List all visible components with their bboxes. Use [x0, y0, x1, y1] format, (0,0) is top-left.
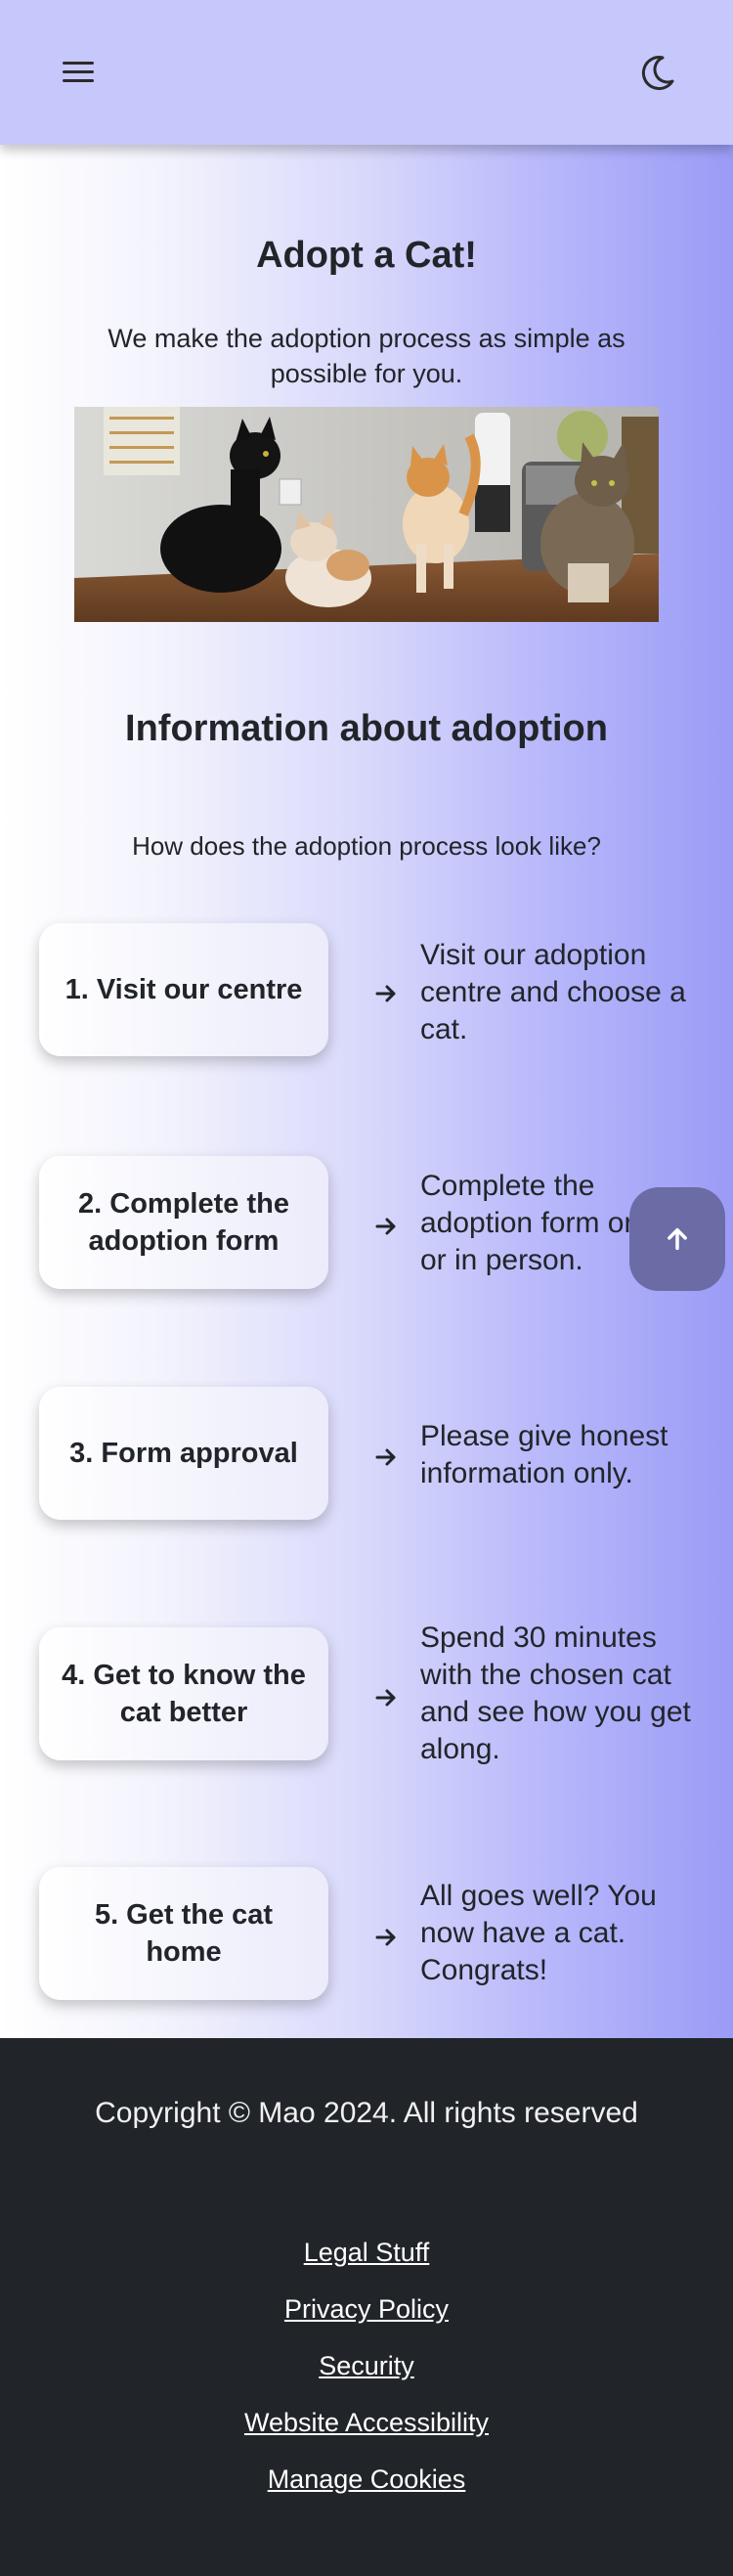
arrow-right-icon	[375, 1689, 396, 1707]
copyright-text: Copyright © Mao 2024. All rights reserve…	[95, 2097, 638, 2129]
footer-link-cookies[interactable]: Manage Cookies	[0, 2465, 733, 2495]
hero-cats-image	[74, 407, 659, 622]
footer-link-privacy[interactable]: Privacy Policy	[0, 2294, 733, 2325]
footer: Copyright © Mao 2024. All rights reserve…	[0, 2038, 733, 2576]
hamburger-menu-icon[interactable]	[55, 55, 102, 90]
footer-link-legal[interactable]: Legal Stuff	[0, 2238, 733, 2268]
step-description-1: Visit our adoption centre and choose a c…	[420, 939, 686, 1045]
step-description-4: Spend 30 minutes with the chosen cat and…	[420, 1621, 691, 1765]
arrow-up-icon	[668, 1227, 687, 1251]
arrow-right-icon	[375, 985, 396, 1002]
arrow-right-icon	[375, 1448, 396, 1466]
scroll-to-top-button[interactable]	[629, 1187, 725, 1291]
step-card-2: 2. Complete the adoption form	[39, 1156, 328, 1289]
arrow-right-icon	[375, 1929, 396, 1946]
page-subtitle: We make the adoption process as simple a…	[108, 324, 625, 388]
step-card-3: 3. Form approval	[39, 1387, 328, 1520]
navbar	[0, 0, 733, 145]
section-title: Information about adoption	[125, 708, 608, 749]
step-description-5: All goes well? You now have a cat. Congr…	[420, 1880, 657, 1986]
arrow-right-icon	[375, 1218, 396, 1235]
page-title: Adopt a Cat!	[256, 235, 477, 276]
main-content: Adopt a Cat! We make the adoption proces…	[0, 145, 733, 2038]
step-card-5: 5. Get the cat home	[39, 1867, 328, 2000]
process-question: How does the adoption process look like?	[132, 831, 601, 861]
moon-icon[interactable]	[633, 51, 678, 96]
footer-link-security[interactable]: Security	[0, 2351, 733, 2381]
step-description-3: Please give honest information only.	[420, 1420, 668, 1489]
footer-link-accessibility[interactable]: Website Accessibility	[0, 2408, 733, 2438]
step-card-4: 4. Get to know the cat better	[39, 1627, 328, 1760]
step-card-1: 1. Visit our centre	[39, 923, 328, 1056]
